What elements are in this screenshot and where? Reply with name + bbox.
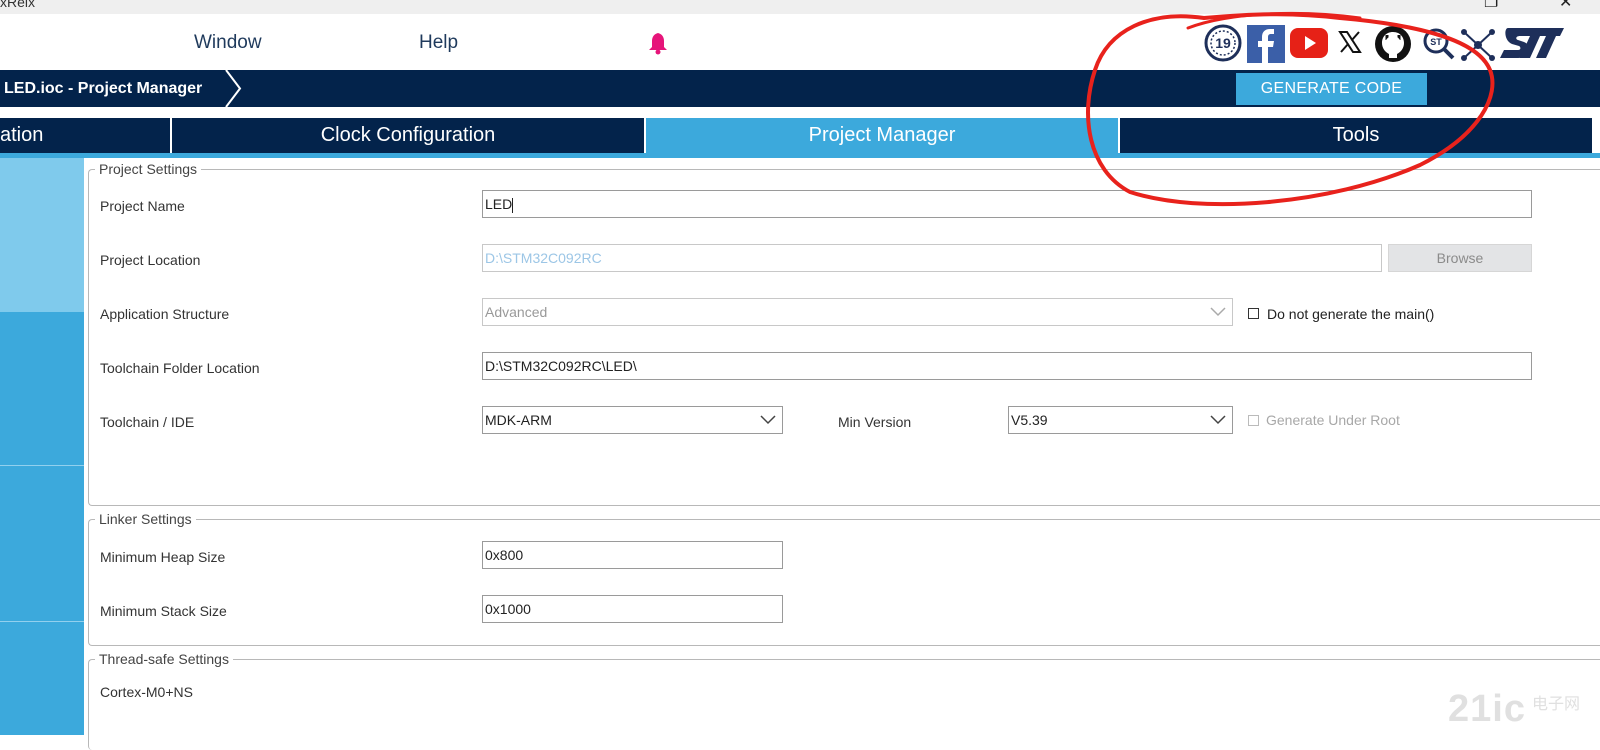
close-icon[interactable]: ✕ xyxy=(1559,0,1572,12)
tab-label: Clock Configuration xyxy=(320,124,496,146)
minimum-stack-input[interactable]: 0x1000 xyxy=(482,595,783,623)
application-structure-label: Application Structure xyxy=(100,306,230,322)
menu-help[interactable]: Help xyxy=(419,32,458,54)
application-structure-select[interactable]: Advanced xyxy=(482,298,1233,326)
toolchain-folder-input[interactable]: D:\STM32C092RC\LED\ xyxy=(482,352,1532,380)
minimum-stack-value: 0x1000 xyxy=(485,601,531,617)
chevron-down-icon xyxy=(1210,415,1226,425)
menu-window[interactable]: Window xyxy=(194,32,262,54)
linker-settings-group: Linker Settings xyxy=(88,511,1600,646)
tab-label: ation xyxy=(0,124,44,146)
toolchain-ide-select[interactable]: MDK-ARM xyxy=(482,406,783,434)
min-version-label: Min Version xyxy=(838,414,912,430)
network-share-icon[interactable] xyxy=(1460,28,1496,62)
min-version-value: V5.39 xyxy=(1011,412,1048,428)
tab-project-manager[interactable]: Project Manager xyxy=(646,118,1118,158)
project-location-input[interactable]: D:\STM32C092RC xyxy=(482,244,1382,272)
sidebar-item-code-generator[interactable] xyxy=(0,313,84,463)
generate-code-button[interactable]: GENERATE CODE xyxy=(1236,73,1427,105)
tab-label: Tools xyxy=(1332,124,1380,146)
watermark-text: 21ic xyxy=(1448,688,1526,730)
svg-text:ST: ST xyxy=(1430,37,1442,47)
tab-tools[interactable]: Tools xyxy=(1120,118,1592,153)
generate-under-root-label: Generate Under Root xyxy=(1266,412,1400,428)
text-caret xyxy=(512,197,514,213)
breadcrumb-arrow-icon xyxy=(225,70,242,107)
do-not-generate-main-checkbox[interactable] xyxy=(1248,308,1259,319)
generate-under-root-checkbox[interactable] xyxy=(1248,415,1259,426)
main-tabs: ation Clock Configuration Project Manage… xyxy=(0,118,1600,158)
breadcrumb: LED.ioc - Project Manager xyxy=(4,80,203,97)
anniversary-19-icon[interactable]: 19 xyxy=(1204,24,1242,62)
toolchain-folder-label: Toolchain Folder Location xyxy=(100,360,260,376)
min-version-select[interactable]: V5.39 xyxy=(1008,406,1233,434)
minimum-heap-input[interactable]: 0x800 xyxy=(482,541,783,569)
x-twitter-icon[interactable] xyxy=(1338,30,1362,54)
tab-pinout-configuration[interactable]: ation xyxy=(0,118,170,153)
minimum-heap-label: Minimum Heap Size xyxy=(100,549,226,565)
st-logo[interactable] xyxy=(1500,26,1566,60)
cortex-core-label: Cortex-M0+NS xyxy=(100,684,193,700)
watermark-cn: 电子网 xyxy=(1532,696,1581,713)
svg-text:19: 19 xyxy=(1215,35,1231,51)
browse-button[interactable]: Browse xyxy=(1388,244,1532,272)
community-search-icon[interactable]: ST xyxy=(1422,27,1456,61)
tab-underline xyxy=(0,153,1600,158)
sidebar-item-project[interactable] xyxy=(0,158,84,312)
thread-safe-settings-legend: Thread-safe Settings xyxy=(95,651,233,667)
do-not-generate-main-label: Do not generate the main() xyxy=(1267,306,1435,322)
sidebar-item-advanced-settings[interactable] xyxy=(0,466,84,616)
notification-bell-icon[interactable] xyxy=(648,31,668,55)
linker-settings-legend: Linker Settings xyxy=(95,511,196,527)
window-title: xReix xyxy=(0,0,36,10)
sidebar-divider xyxy=(0,621,84,622)
chevron-down-icon xyxy=(760,415,776,425)
thread-safe-settings-group: Thread-safe Settings xyxy=(88,651,1600,750)
minimum-stack-label: Minimum Stack Size xyxy=(100,603,227,619)
tab-clock-configuration[interactable]: Clock Configuration xyxy=(172,118,644,153)
project-location-label: Project Location xyxy=(100,252,201,268)
project-manager-sidebar xyxy=(0,158,84,735)
toolchain-ide-label: Toolchain / IDE xyxy=(100,414,195,430)
youtube-icon[interactable] xyxy=(1290,28,1328,58)
facebook-icon[interactable] xyxy=(1247,25,1285,63)
project-name-value: LED xyxy=(485,196,513,212)
minimum-heap-value: 0x800 xyxy=(485,547,524,563)
application-structure-value: Advanced xyxy=(485,304,548,320)
github-icon[interactable] xyxy=(1374,25,1412,63)
chevron-down-icon xyxy=(1210,307,1226,317)
project-settings-legend: Project Settings xyxy=(95,161,202,177)
toolchain-ide-value: MDK-ARM xyxy=(485,412,552,428)
project-name-label: Project Name xyxy=(100,198,185,214)
window-titlebar: xReix ❐ ✕ xyxy=(0,0,1600,14)
project-settings-group: Project Settings xyxy=(88,161,1600,506)
tab-label: Project Manager xyxy=(808,124,956,146)
site-watermark: 21ic 电子网 xyxy=(1448,688,1580,731)
project-name-input[interactable]: LED xyxy=(482,190,1532,218)
project-location-value: D:\STM32C092RC xyxy=(485,250,602,266)
toolchain-folder-value: D:\STM32C092RC\LED\ xyxy=(485,358,637,374)
maximize-icon[interactable]: ❐ xyxy=(1484,0,1498,12)
